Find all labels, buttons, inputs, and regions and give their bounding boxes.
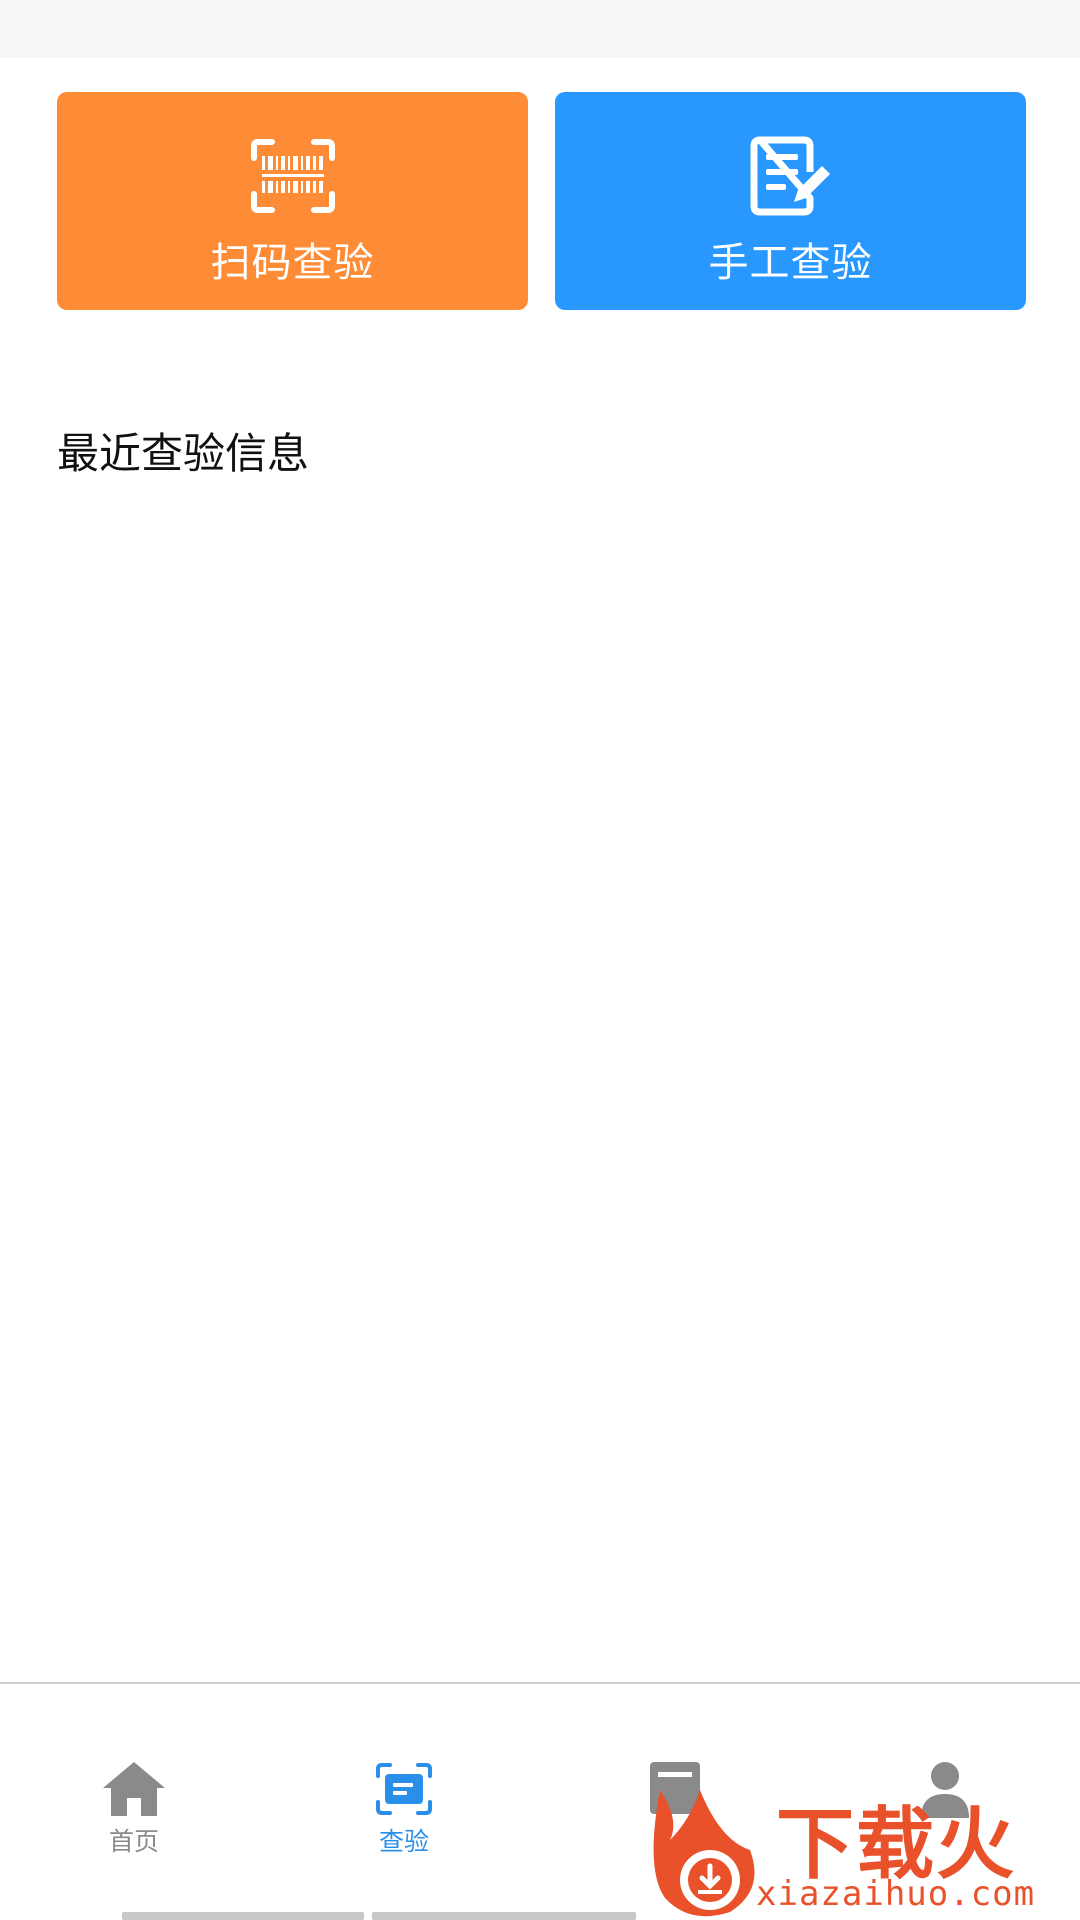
watermark-url: xiazaihuo.com (756, 1874, 1036, 1914)
tab-verify[interactable]: 查验 (304, 1760, 504, 1858)
recent-verifications-title: 最近查验信息 (57, 429, 310, 478)
manual-verify-button[interactable]: 手工查验 (555, 92, 1026, 310)
status-bar (0, 0, 1080, 58)
flame-logo-icon (653, 1790, 755, 1917)
manual-verify-label: 手工查验 (708, 240, 873, 286)
watermark-logo: 下载火 xiazaihuo.com (640, 1780, 1080, 1920)
edit-document-icon (746, 136, 836, 216)
scan-icon (369, 1760, 439, 1818)
home-icon (99, 1760, 169, 1818)
home-indicator (372, 1912, 636, 1920)
tab-verify-label: 查验 (378, 1827, 429, 1856)
home-indicator (122, 1912, 364, 1920)
scan-verify-label: 扫码查验 (210, 240, 375, 286)
tab-home[interactable]: 首页 (34, 1760, 234, 1858)
tab-home-label: 首页 (108, 1827, 159, 1856)
scan-verify-button[interactable]: 扫码查验 (57, 92, 528, 310)
app-screen: 扫码查验 手工查验 最近查验信息 首页 查验 下载火 xiazaihuo.com (0, 0, 1080, 1920)
barcode-scan-icon (248, 136, 338, 216)
